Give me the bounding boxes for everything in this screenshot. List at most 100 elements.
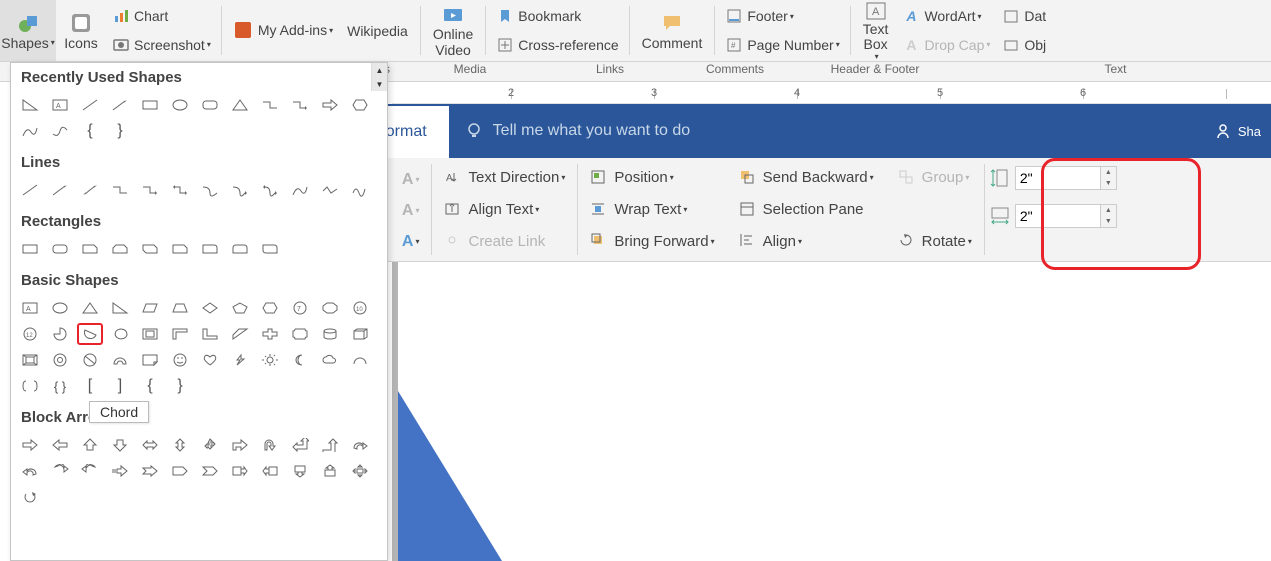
shape-round-diagonal[interactable] <box>257 238 283 260</box>
shape-width-input[interactable] <box>1015 204 1101 228</box>
shape-double-brace[interactable]: { } <box>47 375 73 397</box>
triangle-shape[interactable] <box>398 391 502 561</box>
shape-round-same-side[interactable] <box>227 238 253 260</box>
shape-curve[interactable] <box>287 179 313 201</box>
shape-text-box[interactable]: A <box>17 297 43 319</box>
shape-l-shape[interactable] <box>197 323 223 345</box>
screenshot-button[interactable]: Screenshot▾ <box>106 31 217 60</box>
footer-button[interactable]: Footer▾ <box>719 2 845 31</box>
shape-rounded-rectangle[interactable] <box>47 238 73 260</box>
shape-arrow-curved-down[interactable] <box>77 460 103 482</box>
height-spinner[interactable]: ▲▼ <box>1101 166 1117 190</box>
shape-cross[interactable] <box>257 323 283 345</box>
icons-button[interactable]: Icons <box>56 0 106 61</box>
shape-arrow-right[interactable] <box>317 94 343 116</box>
spinner-up-icon[interactable]: ▲ <box>1101 167 1116 178</box>
shape-right-brace[interactable]: } <box>107 120 133 142</box>
align-button[interactable]: Align▾ <box>733 225 880 257</box>
chart-button[interactable]: Chart <box>106 2 217 31</box>
shape-heptagon[interactable]: 7 <box>287 297 313 319</box>
shape-connector-elbow[interactable] <box>257 94 283 116</box>
shape-parallelogram[interactable] <box>137 297 163 319</box>
shape-lightning-bolt[interactable] <box>227 349 253 371</box>
shape-arrow-left[interactable] <box>47 434 73 456</box>
shape-connector-elbow-arrow[interactable] <box>137 179 163 201</box>
shape-can[interactable] <box>317 323 343 345</box>
shape-arrow-striped-right[interactable] <box>107 460 133 482</box>
shape-snip-same-side[interactable] <box>107 238 133 260</box>
shape-hexagon[interactable] <box>347 94 373 116</box>
text-outline-button[interactable]: A▾ <box>396 195 426 226</box>
shape-arrow-right-callout[interactable] <box>227 460 253 482</box>
shape-connector-elbow-double[interactable] <box>167 179 193 201</box>
position-button[interactable]: Position▾ <box>584 162 720 194</box>
shape-snip-diagonal[interactable] <box>137 238 163 260</box>
shape-isoceles-triangle[interactable] <box>227 94 253 116</box>
shape-connector-curved[interactable] <box>197 179 223 201</box>
shape-arrow-down-callout[interactable] <box>287 460 313 482</box>
shape-hexagon[interactable] <box>257 297 283 319</box>
cross-reference-button[interactable]: Cross-reference <box>490 31 624 60</box>
shape-snip-round-single[interactable] <box>167 238 193 260</box>
shape-arrow-circular[interactable] <box>17 486 43 508</box>
shape-arrow-notched-right[interactable] <box>137 460 163 482</box>
bring-forward-button[interactable]: Bring Forward▾ <box>584 225 720 257</box>
shape-freeform[interactable] <box>317 179 343 201</box>
shape-arrow-curved-left[interactable] <box>17 460 43 482</box>
shape-pentagon[interactable] <box>227 297 253 319</box>
shape-connector-elbow-arrow[interactable] <box>287 94 313 116</box>
shape-round-single-corner[interactable] <box>197 238 223 260</box>
comment-button[interactable]: Comment <box>634 0 711 61</box>
share-button[interactable]: Sha <box>1204 104 1271 158</box>
width-spinner[interactable]: ▲▼ <box>1101 204 1117 228</box>
shape-block-arc[interactable] <box>107 349 133 371</box>
wordart-button[interactable]: AWordArt▾ <box>896 2 996 31</box>
document-canvas[interactable] <box>392 262 1271 561</box>
shape-arrow-left-callout[interactable] <box>257 460 283 482</box>
group-button[interactable]: Group▾ <box>892 162 978 194</box>
shape-connector-curved-arrow[interactable] <box>227 179 253 201</box>
drop-cap-button[interactable]: ADrop Cap▾ <box>896 31 996 60</box>
shape-right-bracket[interactable]: ] <box>107 375 133 397</box>
my-addins-button[interactable]: My Add-ins▾ <box>226 0 339 60</box>
gallery-scrollbar[interactable]: ▲ ▼ <box>371 63 387 91</box>
shape-line[interactable] <box>17 179 43 201</box>
spinner-down-icon[interactable]: ▼ <box>1101 178 1116 189</box>
shape-donut[interactable] <box>47 349 73 371</box>
shape-rectangle[interactable] <box>17 238 43 260</box>
shape-left-brace[interactable]: { <box>137 375 163 397</box>
shape-arrow-bent[interactable] <box>227 434 253 456</box>
shape-teardrop[interactable] <box>107 323 133 345</box>
shape-line[interactable] <box>77 94 103 116</box>
shape-rounded-rectangle[interactable] <box>197 94 223 116</box>
shape-arrow-curved-up[interactable] <box>47 460 73 482</box>
spinner-down-icon[interactable]: ▼ <box>1101 216 1116 227</box>
page-number-button[interactable]: #Page Number▾ <box>719 31 845 60</box>
shape-frame[interactable] <box>137 323 163 345</box>
shape-line-double-arrow[interactable] <box>77 179 103 201</box>
selection-pane-button[interactable]: Selection Pane <box>733 194 880 226</box>
shape-line-arrow[interactable] <box>107 94 133 116</box>
shape-arrow-up-down[interactable] <box>167 434 193 456</box>
create-link-button[interactable]: Create Link <box>438 225 571 257</box>
shape-connector-curved-double[interactable] <box>257 179 283 201</box>
shape-curve[interactable] <box>17 120 43 142</box>
shape-left-brace[interactable]: { <box>77 120 103 142</box>
shape-arrow-up-callout[interactable] <box>317 460 343 482</box>
shape-arrow-right[interactable] <box>17 434 43 456</box>
wikipedia-button[interactable]: Wikipedia <box>339 0 416 61</box>
object-button[interactable]: Obj <box>996 31 1052 60</box>
shape-arrow-up[interactable] <box>77 434 103 456</box>
shape-folded-corner[interactable] <box>137 349 163 371</box>
shape-line-arrow[interactable] <box>47 179 73 201</box>
shape-right-brace[interactable]: } <box>167 375 193 397</box>
shape-cube[interactable] <box>347 323 373 345</box>
spinner-up-icon[interactable]: ▲ <box>1101 205 1116 216</box>
shape-chord[interactable] <box>77 323 103 345</box>
wrap-text-button[interactable]: Wrap Text▾ <box>584 194 720 226</box>
shape-text-box[interactable]: A <box>47 94 73 116</box>
shape-diamond[interactable] <box>197 297 223 319</box>
shape-snip-single-corner[interactable] <box>77 238 103 260</box>
shape-left-bracket[interactable]: [ <box>77 375 103 397</box>
shape-dodecagon[interactable]: 12 <box>17 323 43 345</box>
